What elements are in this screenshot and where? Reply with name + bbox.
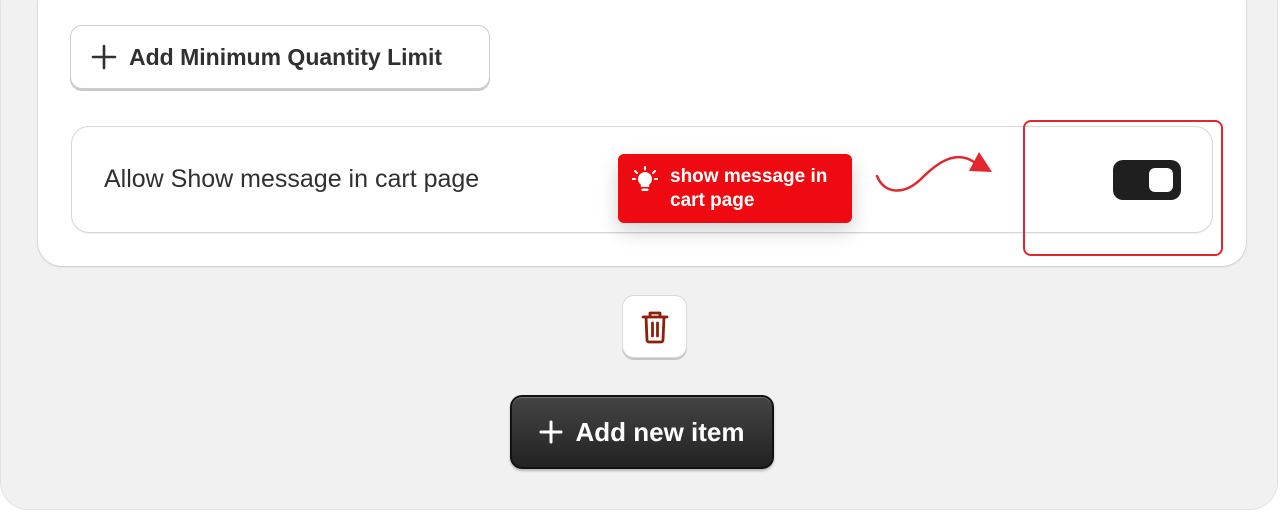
lightbulb-icon bbox=[632, 165, 658, 191]
callout-text: show message in cart page bbox=[670, 165, 828, 211]
add-new-item-label: Add new item bbox=[575, 416, 745, 447]
add-new-item-button[interactable]: Add new item bbox=[510, 395, 774, 469]
add-minimum-quantity-label: Add Minimum Quantity Limit bbox=[129, 43, 443, 70]
plus-icon bbox=[539, 420, 563, 444]
setting-label: Allow Show message in cart page bbox=[104, 165, 480, 193]
tooltip-callout: show message in cart page bbox=[618, 154, 852, 223]
add-minimum-quantity-button[interactable]: Add Minimum Quantity Limit bbox=[70, 25, 490, 89]
toggle-knob bbox=[1149, 168, 1173, 192]
delete-button[interactable] bbox=[622, 295, 687, 358]
trash-icon bbox=[641, 311, 668, 343]
plus-icon bbox=[91, 44, 117, 70]
show-message-toggle[interactable] bbox=[1113, 160, 1181, 200]
annotation-arrow bbox=[875, 152, 992, 192]
